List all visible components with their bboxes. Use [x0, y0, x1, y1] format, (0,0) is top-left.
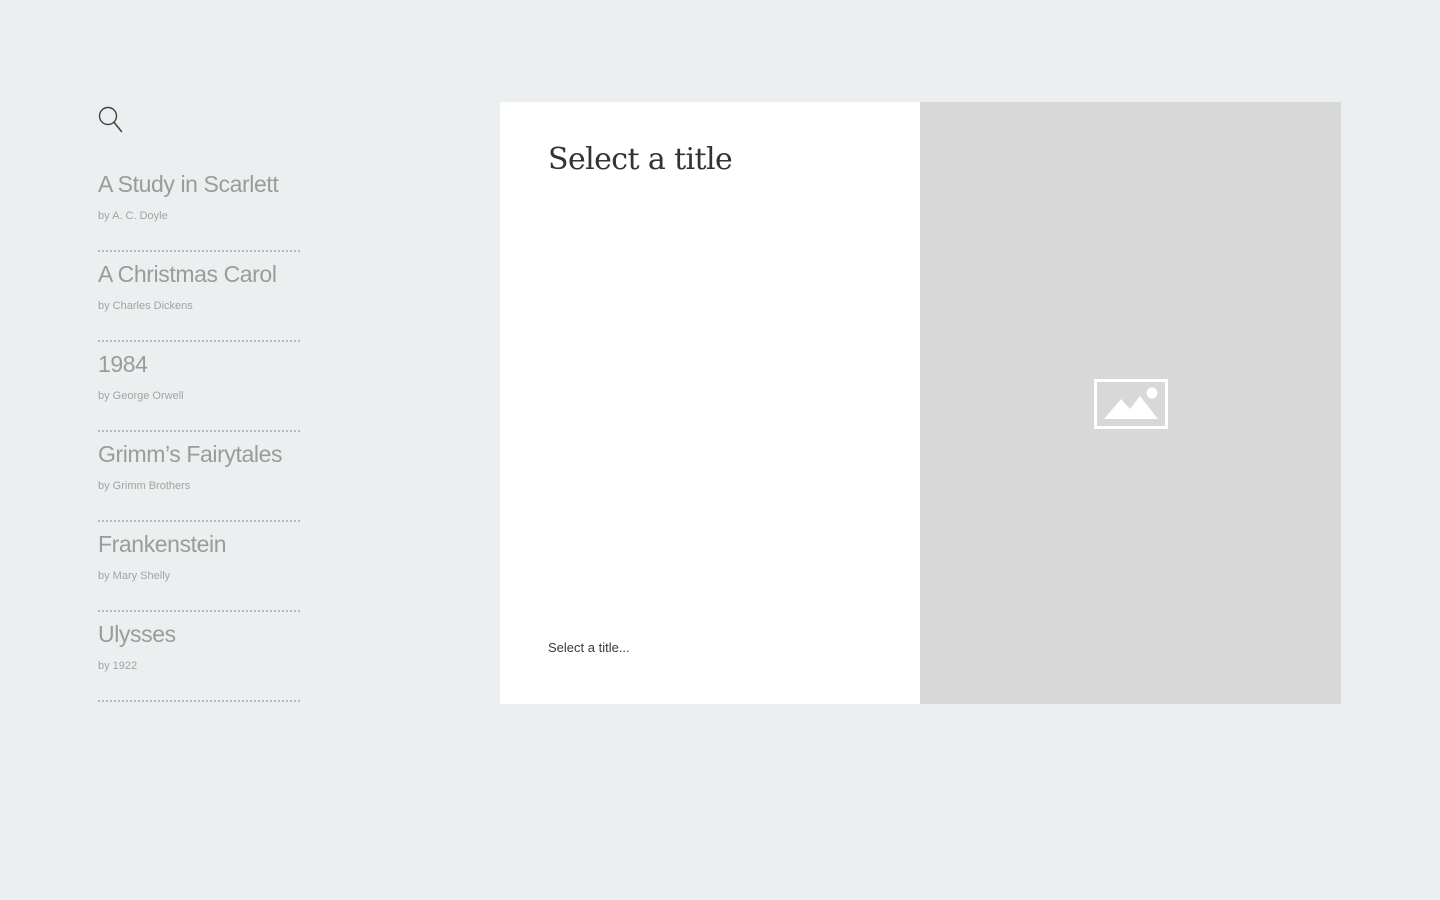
book-item[interactable]: 1984 by George Orwell	[98, 342, 300, 432]
book-author: by George Orwell	[98, 390, 184, 402]
book-author: by A. C. Doyle	[98, 210, 168, 222]
book-title: A Study in Scarlett	[98, 171, 279, 197]
search-icon[interactable]	[98, 106, 124, 134]
book-title: Ulysses	[98, 621, 176, 647]
book-title: 1984	[98, 351, 148, 377]
book-author: by Charles Dickens	[98, 300, 193, 312]
cover-image-panel	[920, 102, 1341, 704]
book-author: by Grimm Brothers	[98, 480, 191, 492]
book-title: Frankenstein	[98, 531, 227, 557]
book-item[interactable]: A Study in Scarlett by A. C. Doyle	[98, 162, 300, 252]
book-title: A Christmas Carol	[98, 261, 277, 287]
detail-description: Select a title...	[548, 640, 630, 655]
book-item[interactable]: Frankenstein by Mary Shelly	[98, 522, 300, 612]
book-item[interactable]: Ulysses by 1922	[98, 612, 300, 702]
book-item[interactable]: Grimm’s Fairytales by Grimm Brothers	[98, 432, 300, 522]
image-placeholder-icon	[1094, 379, 1168, 429]
book-author: by 1922	[98, 660, 138, 672]
detail-title: Select a title	[548, 142, 733, 177]
book-detail-card: Select a title Select a title...	[500, 102, 920, 704]
book-list: A Study in Scarlett by A. C. Doyle A Chr…	[98, 162, 300, 702]
book-author: by Mary Shelly	[98, 570, 171, 582]
book-title: Grimm’s Fairytales	[98, 441, 283, 467]
book-item[interactable]: A Christmas Carol by Charles Dickens	[98, 252, 300, 342]
